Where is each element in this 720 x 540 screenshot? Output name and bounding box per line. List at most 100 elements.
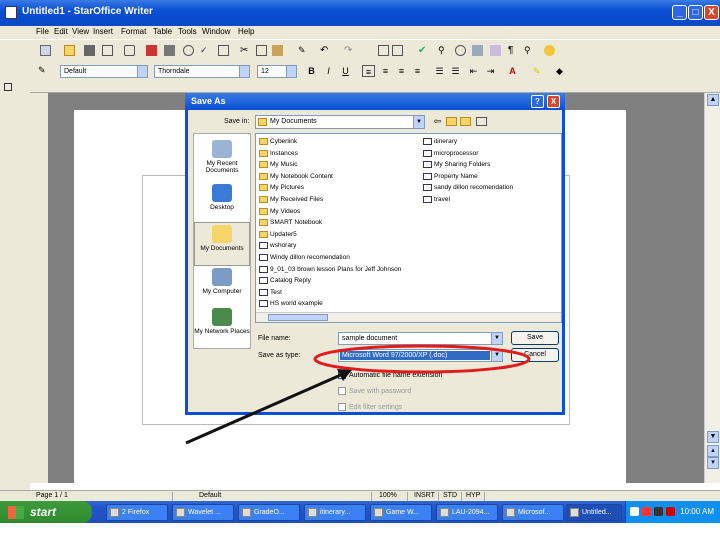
checkbox-box[interactable] bbox=[338, 403, 346, 411]
status-selection-mode[interactable]: STD bbox=[440, 492, 462, 501]
new-folder-icon[interactable] bbox=[460, 117, 471, 126]
paragraph-style-combo[interactable]: Default bbox=[60, 65, 148, 78]
file-list-item[interactable]: My Received Files bbox=[259, 196, 323, 204]
vertical-ruler[interactable] bbox=[30, 93, 48, 483]
paste-icon[interactable] bbox=[272, 45, 283, 56]
place-network[interactable]: My Network Places bbox=[194, 306, 250, 350]
menu-view[interactable]: View bbox=[72, 27, 89, 36]
data-sources-icon[interactable] bbox=[490, 45, 501, 56]
autospell-icon[interactable] bbox=[218, 45, 229, 56]
background-color-button[interactable]: ◆ bbox=[553, 65, 566, 77]
file-list-item[interactable]: Property Name bbox=[423, 172, 478, 181]
vertical-scrollbar[interactable]: ▲ ▼ ▴ ▾ bbox=[704, 93, 720, 483]
auto-extension-checkbox[interactable]: Automatic file name extension bbox=[338, 371, 442, 380]
file-list-item[interactable]: microprocessor bbox=[423, 149, 478, 158]
underline-button[interactable]: U bbox=[339, 65, 352, 77]
bold-button[interactable]: B bbox=[305, 65, 318, 77]
status-hyperlink-mode[interactable]: HYP bbox=[463, 492, 485, 501]
up-folder-icon[interactable] bbox=[446, 117, 457, 126]
format-paintbrush-icon[interactable]: ✎ bbox=[298, 45, 309, 56]
menu-edit[interactable]: Edit bbox=[54, 27, 68, 36]
menu-window[interactable]: Window bbox=[202, 27, 230, 36]
file-list-item[interactable]: Updater5 bbox=[259, 230, 297, 239]
clock[interactable]: 10:00 AM bbox=[680, 507, 714, 516]
file-list-item[interactable]: travel bbox=[423, 196, 450, 204]
tray-icon[interactable] bbox=[666, 507, 675, 516]
save-in-combo[interactable]: My Documents ▼ bbox=[255, 115, 425, 129]
justify-button[interactable]: ≡ bbox=[411, 65, 424, 77]
menu-format[interactable]: Format bbox=[121, 27, 146, 36]
edit-filter-settings-checkbox[interactable]: Edit filter settings bbox=[338, 403, 402, 412]
task-lau[interactable]: LAU-2094... bbox=[436, 504, 498, 521]
undo-icon[interactable]: ↶ bbox=[320, 45, 331, 56]
save-with-password-checkbox[interactable]: Save with password bbox=[338, 387, 411, 396]
previous-page-icon[interactable]: ▴ bbox=[707, 445, 719, 457]
cut-icon[interactable]: ✂ bbox=[240, 45, 251, 56]
status-zoom[interactable]: 100% bbox=[376, 492, 408, 501]
file-list-item[interactable]: My Pictures bbox=[259, 184, 304, 192]
file-list-item[interactable]: HS world example bbox=[259, 300, 323, 308]
horizontal-scrollbar[interactable] bbox=[256, 312, 561, 322]
font-name-combo[interactable]: Thorndale bbox=[154, 65, 250, 78]
file-list-item[interactable]: SMART Notebook bbox=[259, 219, 322, 227]
menu-help[interactable]: Help bbox=[238, 27, 254, 36]
file-list-item[interactable]: Test bbox=[259, 288, 282, 297]
hyperlink-icon[interactable] bbox=[378, 45, 389, 56]
tray-icon[interactable] bbox=[642, 507, 651, 516]
menu-tools[interactable]: Tools bbox=[178, 27, 197, 36]
edit-icon[interactable] bbox=[124, 45, 135, 56]
align-center-button[interactable]: ≡ bbox=[379, 65, 392, 77]
save-button[interactable]: Save bbox=[511, 331, 559, 345]
maximize-button[interactable]: □ bbox=[688, 5, 703, 20]
checkbox-box[interactable] bbox=[338, 387, 346, 395]
checkbox-box[interactable] bbox=[338, 371, 346, 379]
file-list-item[interactable]: Windy dillon recomendation bbox=[259, 254, 350, 262]
horizontal-ruler[interactable] bbox=[30, 81, 720, 93]
chevron-down-icon[interactable]: ▼ bbox=[491, 333, 502, 344]
italic-button[interactable]: I bbox=[322, 65, 335, 77]
file-list-item[interactable]: 9_01_03 brown lesson Plans for Jeff John… bbox=[259, 265, 401, 274]
dialog-close-button[interactable]: X bbox=[547, 95, 560, 108]
chevron-down-icon[interactable] bbox=[239, 66, 249, 77]
place-recent[interactable]: My Recent Documents bbox=[194, 138, 250, 182]
numbering-button[interactable]: ☰ bbox=[433, 65, 446, 77]
show-draw-functions-icon[interactable]: ✔ bbox=[418, 45, 429, 56]
scroll-up-icon[interactable]: ▲ bbox=[707, 94, 719, 106]
menu-insert[interactable]: Insert bbox=[93, 27, 113, 36]
redo-icon[interactable]: ↷ bbox=[344, 45, 355, 56]
help-icon[interactable] bbox=[544, 45, 555, 56]
scroll-down-icon[interactable]: ▼ bbox=[707, 431, 719, 443]
table-icon[interactable] bbox=[392, 45, 403, 56]
save-as-type-combo[interactable]: Microsoft Word 97/2000/XP (.doc) ▼ bbox=[338, 349, 503, 362]
view-menu-icon[interactable] bbox=[476, 117, 487, 126]
minimize-button[interactable]: _ bbox=[672, 5, 687, 20]
find-replace-icon[interactable]: ⚲ bbox=[438, 45, 449, 56]
tab-stop-icon[interactable] bbox=[4, 83, 12, 91]
task-untitled[interactable]: Untitled... bbox=[566, 504, 622, 521]
chevron-down-icon[interactable]: ▼ bbox=[413, 116, 424, 128]
file-list-item[interactable]: sandy dillon recomendation bbox=[423, 184, 513, 192]
tray-icon[interactable] bbox=[654, 507, 663, 516]
file-list[interactable]: Cyberlink Instances My Music My Notebook Co… bbox=[255, 133, 562, 323]
gallery-icon[interactable] bbox=[472, 45, 483, 56]
close-button[interactable]: X bbox=[704, 5, 719, 20]
next-page-icon[interactable]: ▾ bbox=[707, 457, 719, 469]
cancel-button[interactable]: Cancel bbox=[511, 348, 559, 362]
chevron-down-icon[interactable] bbox=[137, 66, 147, 77]
zoom-icon[interactable]: ⚲ bbox=[524, 45, 535, 56]
task-grade[interactable]: GradeO... bbox=[238, 504, 300, 521]
file-name-input[interactable]: sample document ▼ bbox=[338, 332, 503, 345]
mail-icon[interactable] bbox=[102, 45, 113, 56]
chevron-down-icon[interactable] bbox=[286, 66, 296, 77]
menu-file[interactable]: File bbox=[36, 27, 49, 36]
tray-icon[interactable] bbox=[630, 507, 639, 516]
file-list-item[interactable]: Catalog Reply bbox=[259, 277, 311, 285]
chevron-down-icon[interactable]: ▼ bbox=[491, 350, 502, 361]
task-wavelet[interactable]: Wavelet ... bbox=[172, 504, 234, 521]
align-right-button[interactable]: ≡ bbox=[395, 65, 408, 77]
print-icon[interactable] bbox=[164, 45, 175, 56]
export-pdf-icon[interactable] bbox=[146, 45, 157, 56]
place-my-computer[interactable]: My Computer bbox=[194, 266, 250, 310]
file-list-item[interactable]: Cyberlink bbox=[259, 138, 297, 146]
place-my-documents[interactable]: My Documents bbox=[194, 222, 250, 266]
